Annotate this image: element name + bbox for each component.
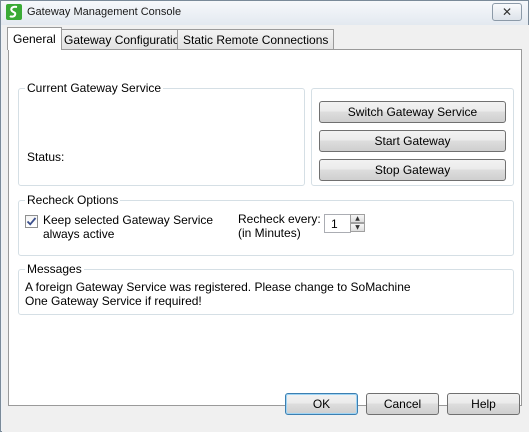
recheck-interval-label-line1: Recheck every: bbox=[238, 212, 321, 226]
help-button[interactable]: Help bbox=[447, 393, 520, 415]
tab-gateway-configuration-label: Gateway Configuration bbox=[64, 33, 187, 47]
switch-gateway-service-label: Switch Gateway Service bbox=[347, 105, 478, 119]
schneider-app-icon bbox=[6, 4, 22, 20]
recheck-options-group: Recheck Options Keep selected Gateway Se… bbox=[18, 193, 514, 256]
start-gateway-label: Start Gateway bbox=[374, 134, 451, 148]
messages-legend: Messages bbox=[25, 262, 84, 276]
help-label: Help bbox=[471, 397, 496, 411]
tab-general-label: General bbox=[13, 32, 56, 46]
arrow-down-icon: ▼ bbox=[355, 223, 360, 231]
recheck-interval-label-line2: (in Minutes) bbox=[238, 226, 301, 240]
status-label: Status: bbox=[27, 150, 65, 164]
recheck-options-legend: Recheck Options bbox=[25, 193, 121, 207]
close-button[interactable]: ✕ bbox=[492, 3, 522, 21]
keep-active-checkbox[interactable] bbox=[25, 215, 38, 228]
spin-up-button[interactable]: ▲ bbox=[350, 214, 365, 223]
message-line-1: A foreign Gateway Service was registered… bbox=[25, 280, 411, 294]
close-icon: ✕ bbox=[501, 5, 513, 19]
current-gateway-service-group: Current Gateway Service Status: bbox=[18, 81, 305, 186]
keep-active-label-line2: always active bbox=[43, 227, 115, 241]
tab-static-remote-connections[interactable]: Static Remote Connections bbox=[177, 29, 335, 49]
tab-static-remote-connections-label: Static Remote Connections bbox=[183, 33, 329, 47]
general-tab-panel: Current Gateway Service Status: Switch G… bbox=[8, 49, 522, 406]
title-bar[interactable]: Gateway Management Console ✕ bbox=[1, 1, 528, 25]
recheck-interval-value: 1 bbox=[331, 217, 338, 231]
messages-group: Messages A foreign Gateway Service was r… bbox=[18, 262, 514, 315]
dialog-client-area: General Gateway Configuration Static Rem… bbox=[2, 25, 529, 432]
start-gateway-button[interactable]: Start Gateway bbox=[319, 130, 506, 152]
window-title: Gateway Management Console bbox=[27, 6, 182, 18]
stop-gateway-label: Stop Gateway bbox=[374, 163, 451, 177]
ok-button[interactable]: OK bbox=[285, 393, 358, 415]
cancel-label: Cancel bbox=[383, 397, 422, 411]
recheck-interval-input[interactable]: 1 bbox=[324, 214, 351, 233]
current-gateway-service-legend: Current Gateway Service bbox=[25, 81, 164, 95]
keep-active-label-line1: Keep selected Gateway Service bbox=[43, 213, 214, 227]
switch-gateway-service-button[interactable]: Switch Gateway Service bbox=[319, 101, 506, 123]
gateway-action-buttons-group: Switch Gateway Service Start Gateway Sto… bbox=[311, 88, 514, 186]
gateway-management-console-window: Gateway Management Console ✕ General Gat… bbox=[0, 0, 529, 432]
cancel-button[interactable]: Cancel bbox=[366, 393, 439, 415]
ok-label: OK bbox=[312, 397, 331, 411]
spin-down-button[interactable]: ▼ bbox=[350, 223, 365, 232]
stop-gateway-button[interactable]: Stop Gateway bbox=[319, 159, 506, 181]
message-line-2: One Gateway Service if required! bbox=[25, 294, 202, 308]
checkmark-icon bbox=[26, 217, 37, 226]
arrow-up-icon: ▲ bbox=[355, 214, 360, 222]
tab-gateway-configuration[interactable]: Gateway Configuration bbox=[58, 29, 193, 49]
tab-general[interactable]: General bbox=[7, 27, 62, 50]
